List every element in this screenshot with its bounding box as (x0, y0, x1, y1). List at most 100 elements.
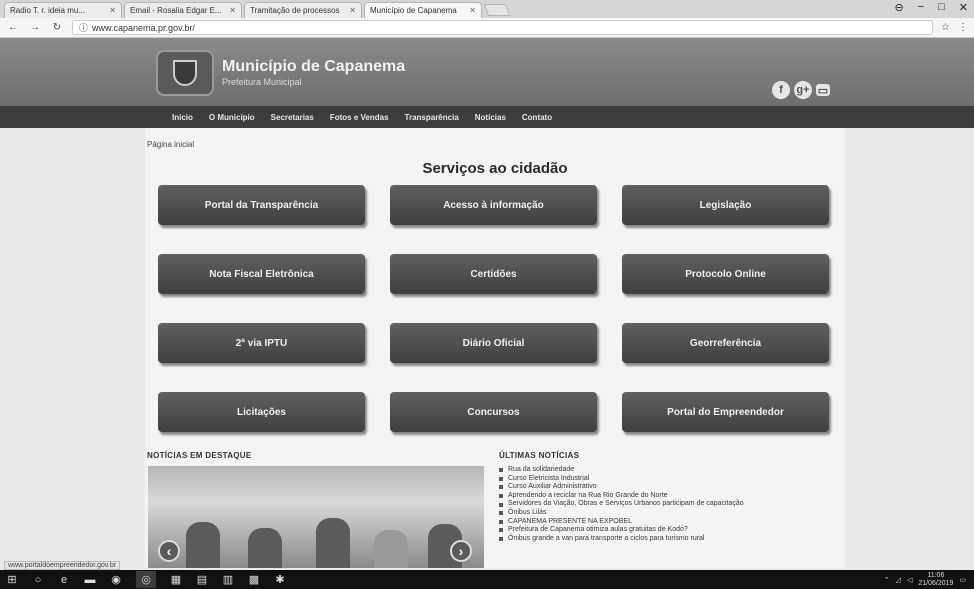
news-list-item[interactable]: CAPANEMA PRESENTE NA EXPOBEL (499, 518, 744, 527)
browser-tab[interactable]: Tramitação de processos ✕ (244, 2, 362, 18)
news-link[interactable]: Ônibus Lilás (508, 509, 547, 518)
back-arrow-icon[interactable]: ← (6, 22, 20, 33)
minimize-button[interactable]: − (918, 1, 924, 14)
excel-icon[interactable]: ▦ (170, 574, 182, 586)
news-list-item[interactable]: Aprendendo a reciclar na Rua Rio Grande … (499, 492, 744, 501)
bookmark-star-icon[interactable]: ☆ (941, 22, 950, 33)
menu-icon[interactable]: ⋮ (958, 22, 968, 33)
portal-empreendedor-button[interactable]: Portal do Empreendedor (622, 392, 829, 432)
close-tab-icon[interactable]: ✕ (229, 6, 236, 15)
reload-icon[interactable]: ↻ (50, 22, 64, 33)
close-tab-icon[interactable]: ✕ (469, 6, 476, 15)
nav-item-fotos[interactable]: Fotos e Vendas (330, 113, 389, 122)
latest-news-list: Rua da solidariedade Curso Eletricista I… (499, 466, 744, 543)
municipal-crest-logo[interactable] (156, 50, 214, 96)
nota-fiscal-button[interactable]: Nota Fiscal Eletrônica (158, 254, 365, 294)
new-tab-button[interactable] (483, 4, 511, 16)
system-tray: ⌃ ◿ ◁ 11:06 21/06/2019 ▭ (884, 570, 966, 589)
firefox-icon[interactable]: ◉ (110, 574, 122, 586)
bullet-icon (499, 485, 503, 490)
youtube-icon[interactable]: ▭ (816, 84, 830, 97)
bullet-icon (499, 468, 503, 473)
news-list-item[interactable]: Servidores da Viação, Obras e Serviços U… (499, 500, 744, 509)
close-window-button[interactable]: ✕ (959, 1, 968, 14)
chrome-icon[interactable]: ◎ (136, 571, 156, 588)
concursos-button[interactable]: Concursos (390, 392, 597, 432)
nav-item-transparencia[interactable]: Transparência (405, 113, 459, 122)
news-link[interactable]: Aprendendo a reciclar na Rua Rio Grande … (508, 492, 668, 501)
photo-person (316, 518, 350, 568)
nav-item-municipio[interactable]: O Município (209, 113, 255, 122)
page-info-icon[interactable]: ⓘ (79, 21, 88, 34)
tray-clock[interactable]: 11:06 21/06/2019 (918, 572, 953, 588)
forward-arrow-icon[interactable]: → (28, 22, 42, 33)
tab-title: Tramitação de processos (250, 6, 340, 15)
clock-time: 11:06 (927, 571, 945, 579)
acesso-informacao-button[interactable]: Acesso à informação (390, 185, 597, 225)
windows-start-icon[interactable]: ⊞ (6, 574, 18, 586)
status-bar-url: www.portaldoempreendedor.gov.br (4, 561, 121, 570)
georreferencia-button[interactable]: Georreferência (622, 323, 829, 363)
browser-tab[interactable]: Email - Rosalia Edgar E... ✕ (124, 2, 242, 18)
file-explorer-icon[interactable]: ▬ (84, 574, 96, 586)
tab-title: Radio T. r. ideia mu... (10, 6, 85, 15)
portal-transparencia-button[interactable]: Portal da Transparência (158, 185, 365, 225)
news-list-item[interactable]: Curso Eletricista Industrial (499, 475, 744, 484)
featured-news-heading: NOTÍCIAS EM DESTAQUE (147, 451, 252, 460)
window-controls: ⊖ − □ ✕ (894, 1, 968, 14)
volume-icon[interactable]: ◁ (907, 576, 912, 584)
nav-item-secretarias[interactable]: Secretarias (271, 113, 314, 122)
url-text: www.capanema.pr.gov.br/ (92, 22, 195, 33)
browser-tab-active[interactable]: Município de Capanema ✕ (364, 2, 482, 18)
news-link[interactable]: Servidores da Viação, Obras e Serviços U… (508, 500, 744, 509)
address-bar: ← → ↻ ⓘ www.capanema.pr.gov.br/ ☆ ⋮ (0, 18, 974, 38)
facebook-icon[interactable]: f (772, 81, 790, 99)
user-icon[interactable]: ⊖ (894, 1, 903, 14)
news-link[interactable]: Prefeitura de Capanema otimiza aulas gra… (508, 526, 688, 535)
google-plus-icon[interactable]: g+ (794, 81, 812, 99)
close-tab-icon[interactable]: ✕ (349, 6, 356, 15)
diario-oficial-button[interactable]: Diário Oficial (390, 323, 597, 363)
protocolo-online-button[interactable]: Protocolo Online (622, 254, 829, 294)
site-title[interactable]: Município de Capanema (222, 58, 405, 76)
news-list-item[interactable]: Rua da solidariedade (499, 466, 744, 475)
news-link[interactable]: CAPANEMA PRESENTE NA EXPOBEL (508, 518, 632, 527)
news-link[interactable]: Curso Auxiliar Administrativo (508, 483, 597, 492)
calculator-icon[interactable]: ▩ (248, 574, 260, 586)
close-tab-icon[interactable]: ✕ (109, 6, 116, 15)
nav-item-contato[interactable]: Contato (522, 113, 552, 122)
segunda-via-iptu-button[interactable]: 2ª via IPTU (158, 323, 365, 363)
browser-tab[interactable]: Radio T. r. ideia mu... ✕ (4, 2, 122, 18)
news-link[interactable]: Ônibus grande a van para transporte a ci… (508, 535, 705, 544)
news-list-item[interactable]: Ônibus Lilás (499, 509, 744, 518)
bullet-icon (499, 476, 503, 481)
app-icon[interactable]: ▥ (222, 574, 234, 586)
breadcrumb[interactable]: Página inicial (147, 140, 194, 149)
licitacoes-button[interactable]: Licitações (158, 392, 365, 432)
settings-icon[interactable]: ✱ (274, 574, 286, 586)
notifications-icon[interactable]: ▭ (959, 576, 966, 584)
search-icon[interactable]: ○ (32, 574, 44, 586)
news-list-item[interactable]: Ônibus grande a van para transporte a ci… (499, 535, 744, 544)
main-navigation: Início O Município Secretarias Fotos e V… (0, 106, 974, 128)
nav-item-noticias[interactable]: Notícias (475, 113, 506, 122)
tray-arrow-icon[interactable]: ⌃ (884, 576, 890, 584)
certidoes-button[interactable]: Certidões (390, 254, 597, 294)
network-icon[interactable]: ◿ (896, 576, 901, 584)
featured-news-photo[interactable]: ‹ › (148, 466, 484, 568)
legislacao-button[interactable]: Legislação (622, 185, 829, 225)
news-list-item[interactable]: Prefeitura de Capanema otimiza aulas gra… (499, 526, 744, 535)
news-link[interactable]: Rua da solidariedade (508, 466, 574, 475)
tab-title: Email - Rosalia Edgar E... (130, 6, 222, 15)
word-icon[interactable]: ▤ (196, 574, 208, 586)
photo-person (248, 528, 282, 568)
carousel-prev-icon[interactable]: ‹ (158, 540, 180, 562)
carousel-next-icon[interactable]: › (450, 540, 472, 562)
services-title: Serviços ao cidadão (422, 160, 568, 177)
url-input[interactable]: ⓘ www.capanema.pr.gov.br/ (72, 20, 934, 35)
nav-item-inicio[interactable]: Início (172, 113, 193, 122)
maximize-button[interactable]: □ (938, 1, 945, 14)
news-list-item[interactable]: Curso Auxiliar Administrativo (499, 483, 744, 492)
edge-browser-icon[interactable]: e (58, 574, 70, 586)
news-link[interactable]: Curso Eletricista Industrial (508, 475, 589, 484)
